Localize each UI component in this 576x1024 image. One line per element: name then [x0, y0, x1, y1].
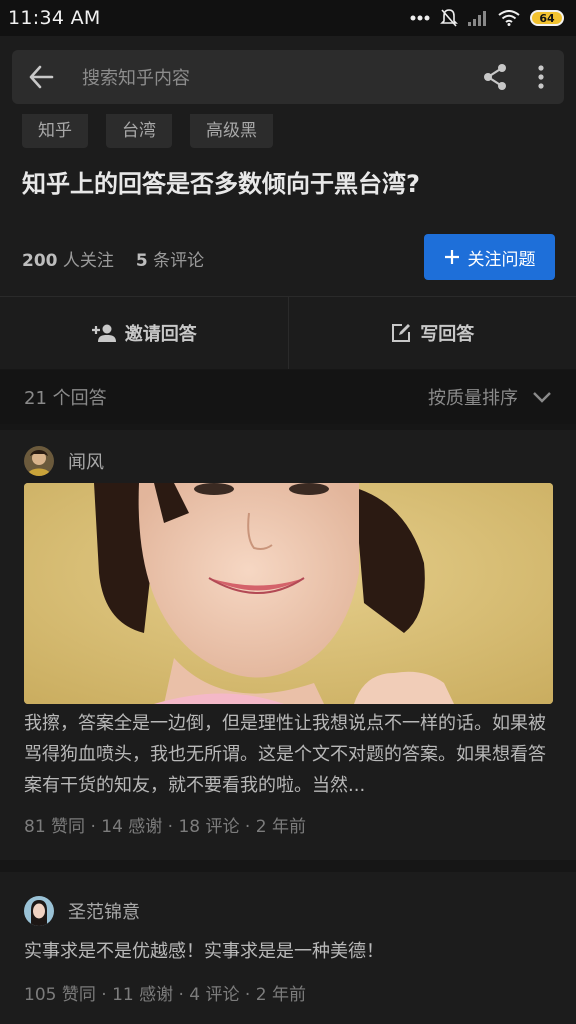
answer-excerpt: 实事求是不是优越感！实事求是是一种美德！	[24, 941, 384, 962]
answer-author[interactable]: 圣范锦意	[24, 896, 140, 926]
answer-excerpt: 我擦，答案全是一边倒，但是理性让我想说点不一样的话。如果被骂得狗血喷头，我也无所…	[24, 713, 546, 796]
followers-count: 200	[22, 251, 58, 271]
followers-stat[interactable]: 200 人关注	[22, 246, 114, 271]
sort-label: 按质量排序	[428, 388, 518, 409]
status-time: 11:34 AM	[8, 7, 101, 29]
answer-card[interactable]: 圣范锦意 实事求是不是优越感！实事求是是一种美德！ 105 赞同 · 11 感谢…	[0, 872, 576, 1024]
answer-meta: 81 赞同 · 14 感谢 · 18 评论 · 2 年前	[24, 817, 306, 837]
follow-question-button[interactable]: 关注问题	[424, 234, 555, 280]
topic-tag[interactable]: 台湾	[106, 114, 172, 148]
write-answer-label: 写回答	[420, 324, 475, 345]
answer-author[interactable]: 闻风	[24, 446, 104, 476]
answer-card[interactable]: 闻风 我擦，答案全是一边倒，但是理性让我想说点不一样的话。如果被骂得狗血喷头，我…	[0, 430, 576, 860]
share-button[interactable]	[472, 50, 518, 104]
chevron-down-icon	[533, 392, 551, 403]
status-icons: 64	[410, 8, 564, 28]
status-bar: 11:34 AM 64	[0, 0, 576, 36]
share-icon	[484, 64, 506, 90]
question-stats: 200 人关注 5 条评论	[22, 246, 204, 271]
back-button[interactable]	[12, 50, 70, 104]
avatar	[24, 896, 54, 926]
author-name: 圣范锦意	[68, 902, 140, 923]
invite-answer-button[interactable]: 邀请回答	[0, 297, 288, 369]
battery-icon: 64	[530, 10, 564, 26]
search-input[interactable]: 搜索知乎内容	[70, 64, 472, 90]
question-title: 知乎上的回答是否多数倾向于黑台湾?	[22, 170, 420, 198]
wifi-icon	[498, 10, 520, 26]
more-options-button[interactable]	[518, 50, 564, 104]
answer-count: 21 个回答	[24, 388, 107, 409]
dots-icon	[410, 15, 430, 21]
comments-stat[interactable]: 5 条评论	[136, 246, 204, 271]
topic-tag[interactable]: 知乎	[22, 114, 88, 148]
plus-icon	[444, 250, 459, 264]
answer-meta: 105 赞同 · 11 感谢 · 4 评论 · 2 年前	[24, 985, 306, 1005]
arrow-left-icon	[29, 65, 54, 89]
comments-label: 条评论	[153, 251, 205, 271]
answer-actions: 邀请回答 写回答	[0, 296, 576, 369]
invite-answer-label: 邀请回答	[124, 324, 197, 345]
comments-count: 5	[135, 251, 148, 271]
topic-tag[interactable]: 高级黑	[190, 114, 273, 148]
search-bar[interactable]: 搜索知乎内容	[12, 50, 564, 104]
followers-label: 人关注	[62, 251, 114, 271]
answer-cover-image	[24, 483, 553, 704]
more-vertical-icon	[538, 65, 544, 89]
topic-tags: 知乎 台湾 高级黑	[22, 114, 273, 148]
question-header: 搜索知乎内容 知乎 台湾 高级黑 知乎上的回答是否多数倾向于黑台湾? 200 人…	[0, 36, 576, 296]
add-person-icon	[91, 324, 116, 342]
write-answer-button[interactable]: 写回答	[287, 297, 576, 369]
mute-icon	[440, 9, 458, 27]
edit-icon	[392, 324, 411, 342]
follow-question-label: 关注问题	[467, 249, 536, 270]
author-name: 闻风	[68, 452, 104, 473]
signal-icon	[468, 11, 486, 26]
avatar	[24, 446, 54, 476]
answers-header: 21 个回答 按质量排序	[0, 370, 576, 424]
sort-dropdown[interactable]: 按质量排序	[428, 384, 552, 410]
